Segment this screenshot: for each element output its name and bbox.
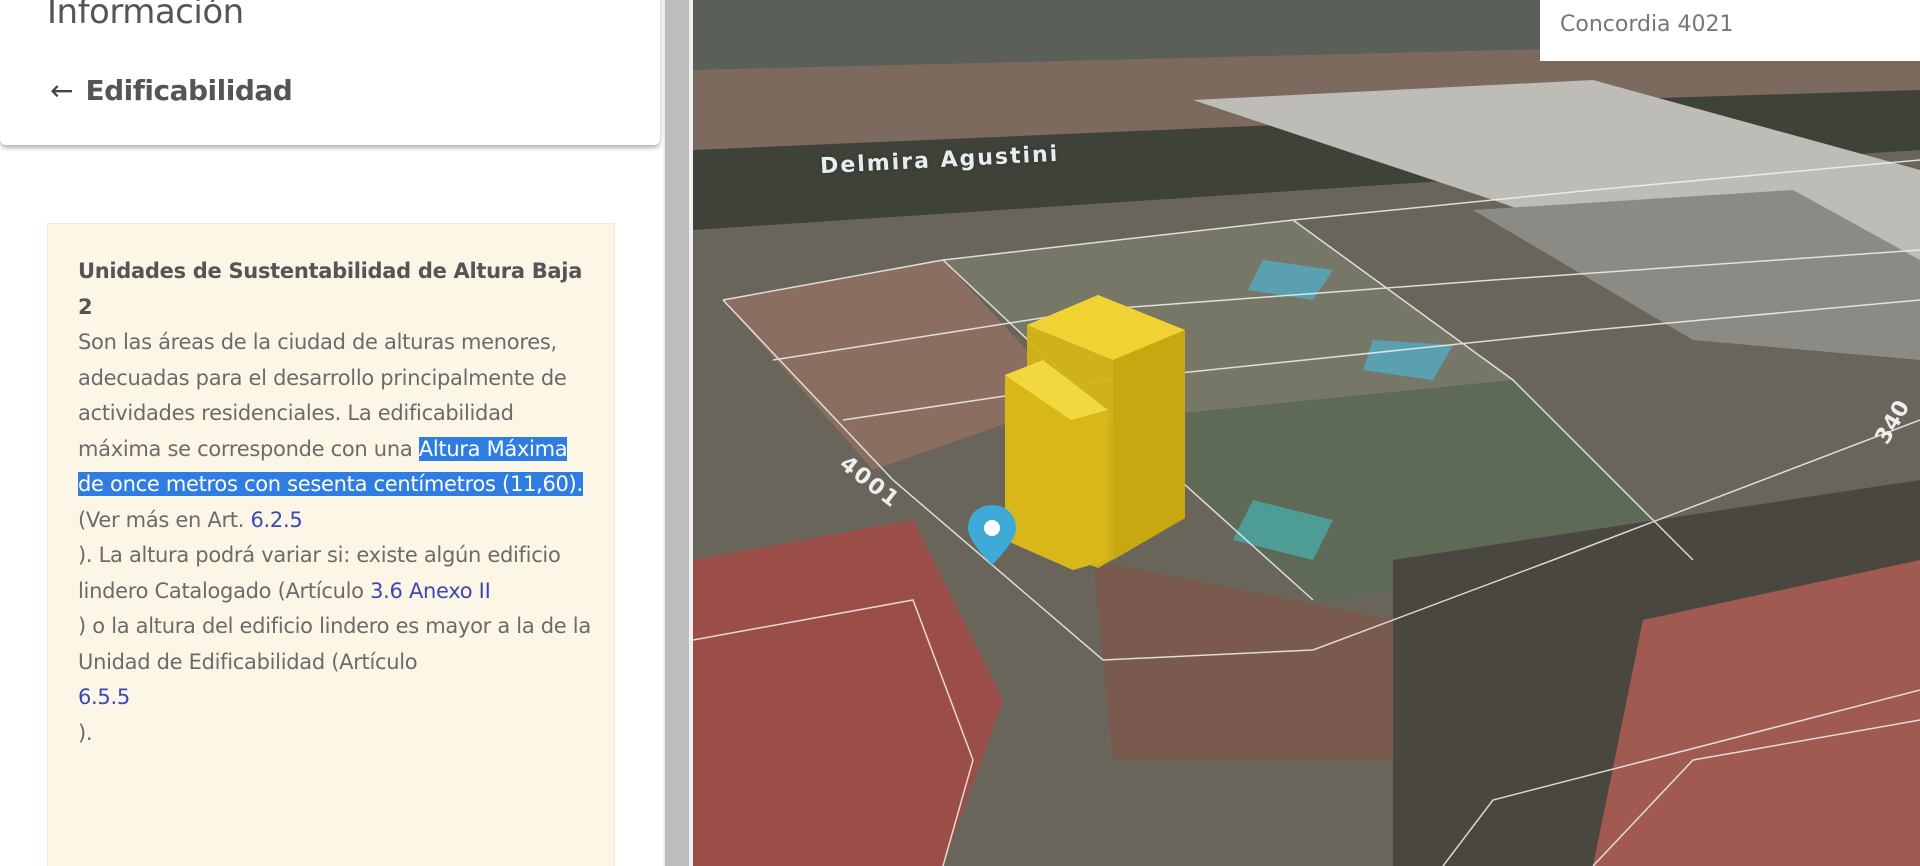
info-paragraph-4: ) o la altura del edificio lindero es ma… — [78, 614, 591, 674]
back-label: Edificabilidad — [85, 74, 293, 107]
scrollbar-thumb[interactable] — [665, 0, 689, 866]
aerial-imagery — [693, 0, 1920, 866]
building-3d-model[interactable] — [1005, 295, 1185, 570]
address-search-box[interactable] — [1540, 0, 1920, 61]
panel-title: Información — [47, 0, 244, 32]
info-paragraph-2: (Ver más en Art. — [78, 507, 251, 532]
back-button[interactable]: ← Edificabilidad — [50, 74, 293, 107]
link-article-6-5-5[interactable]: 6.5.5 — [78, 685, 130, 709]
link-article-3-6[interactable]: 3.6 Anexo II — [370, 579, 491, 603]
link-article-6-2-5[interactable]: 6.2.5 — [251, 508, 303, 532]
map-3d-view[interactable] — [693, 0, 1920, 866]
info-paragraph-5: ). — [78, 720, 93, 745]
info-heading: Unidades de Sustentabilidad de Altura Ba… — [78, 259, 583, 319]
address-search-input[interactable] — [1558, 8, 1902, 40]
arrow-left-icon: ← — [50, 74, 74, 107]
panel-scrollbar[interactable] — [663, 0, 693, 866]
panel-header: Información ← Edificabilidad — [0, 0, 660, 145]
info-box: Unidades de Sustentabilidad de Altura Ba… — [47, 223, 615, 866]
info-text: Unidades de Sustentabilidad de Altura Ba… — [78, 254, 598, 751]
info-panel: Información ← Edificabilidad Unidades de… — [0, 0, 663, 866]
